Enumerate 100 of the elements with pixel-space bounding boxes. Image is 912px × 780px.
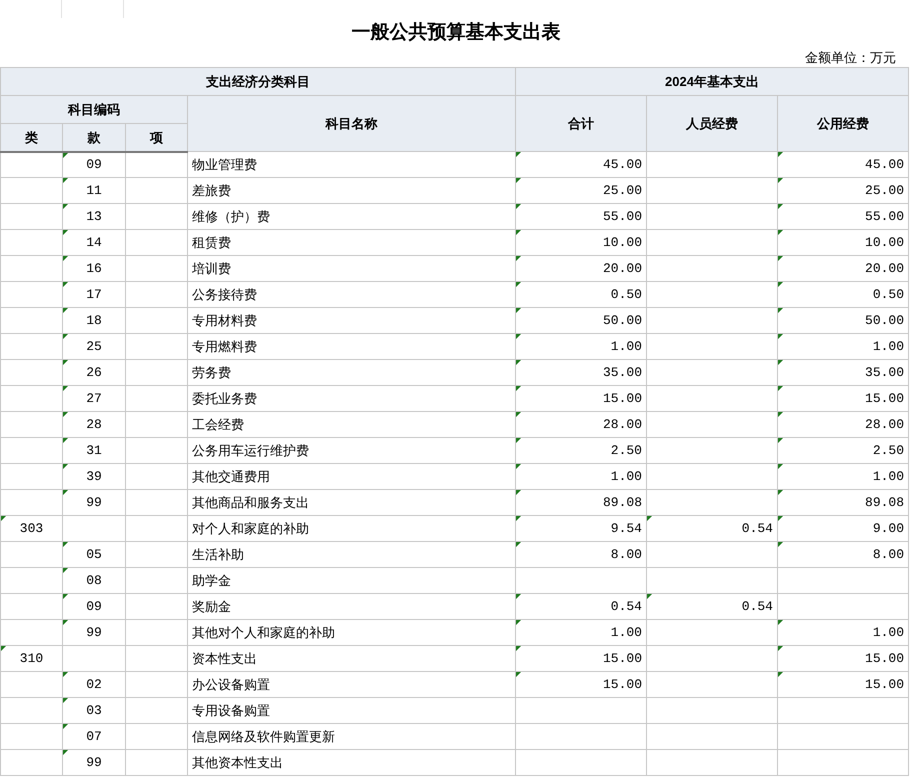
table-cell: 15.00	[778, 646, 909, 672]
table-cell: 8.00	[778, 542, 909, 568]
table-cell: 9.00	[778, 516, 909, 542]
header-cell: 科目编码	[0, 96, 188, 124]
table-cell: 10.00	[516, 230, 646, 256]
table-cell: 信息网络及软件购置更新	[188, 724, 516, 750]
table-cell: 03	[62, 698, 126, 724]
table-cell: 28	[62, 412, 126, 438]
header-cell: 类	[0, 124, 62, 152]
header-cell: 公用经费	[778, 96, 909, 152]
table-cell: 劳务费	[188, 360, 516, 386]
table-cell: 8.00	[516, 542, 646, 568]
table-cell: 20.00	[778, 256, 909, 282]
table-cell: 11	[62, 178, 126, 204]
table-title: 一般公共预算基本支出表	[350, 21, 562, 45]
table-cell: 35.00	[778, 360, 909, 386]
table-cell: 其他对个人和家庭的补助	[188, 620, 516, 646]
table-cell: 13	[62, 204, 126, 230]
table-cell: 0.54	[516, 594, 646, 620]
table-cell: 2.50	[778, 438, 909, 464]
table-cell: 0.54	[646, 516, 778, 542]
table-cell: 02	[62, 672, 126, 698]
table-cell: 08	[62, 568, 126, 594]
table-cell: 专用燃料费	[188, 334, 516, 360]
table-cell: 培训费	[188, 256, 516, 282]
table-cell: 45.00	[516, 152, 646, 178]
table-cell: 1.00	[516, 464, 646, 490]
table-cell: 1.00	[778, 334, 909, 360]
header-cell: 科目名称	[188, 96, 516, 152]
table-cell: 对个人和家庭的补助	[188, 516, 516, 542]
table-cell: 0.54	[646, 594, 778, 620]
header-cell: 人员经费	[646, 96, 778, 152]
table-cell: 其他资本性支出	[188, 750, 516, 776]
table-cell: 310	[0, 646, 62, 672]
table-cell: 0.50	[516, 282, 646, 308]
table-cell: 租赁费	[188, 230, 516, 256]
table-cell: 05	[62, 542, 126, 568]
table-cell: 31	[62, 438, 126, 464]
table-cell: 维修（护）费	[188, 204, 516, 230]
table-cell: 委托业务费	[188, 386, 516, 412]
unit-label: 金额单位：万元	[805, 49, 896, 67]
table-cell: 15.00	[778, 386, 909, 412]
table-cell: 07	[62, 724, 126, 750]
header-cell: 合计	[516, 96, 646, 152]
table-cell: 其他商品和服务支出	[188, 490, 516, 516]
table-cell: 45.00	[778, 152, 909, 178]
table-cell: 15.00	[778, 672, 909, 698]
table-cell: 其他交通费用	[188, 464, 516, 490]
table-cell: 14	[62, 230, 126, 256]
header-cell: 款	[62, 124, 126, 152]
table-cell: 26	[62, 360, 126, 386]
table-cell: 16	[62, 256, 126, 282]
table-cell: 89.08	[778, 490, 909, 516]
table-cell: 1.00	[516, 334, 646, 360]
table-cell: 办公设备购置	[188, 672, 516, 698]
table-cell: 1.00	[516, 620, 646, 646]
table-cell: 28.00	[778, 412, 909, 438]
table-cell: 35.00	[516, 360, 646, 386]
header-cell: 支出经济分类科目	[0, 68, 516, 96]
table-cell: 99	[62, 620, 126, 646]
table-cell: 09	[62, 594, 126, 620]
table-cell: 1.00	[778, 620, 909, 646]
header-cell: 项	[126, 124, 188, 152]
table-cell: 50.00	[516, 308, 646, 334]
table-cell: 公务接待费	[188, 282, 516, 308]
table-cell: 10.00	[778, 230, 909, 256]
table-cell: 生活补助	[188, 542, 516, 568]
table-cell: 15.00	[516, 672, 646, 698]
table-cell: 0.50	[778, 282, 909, 308]
table-cell: 18	[62, 308, 126, 334]
header-cell: 2024年基本支出	[516, 68, 909, 96]
table-cell: 9.54	[516, 516, 646, 542]
table-cell: 28.00	[516, 412, 646, 438]
table-cell: 89.08	[516, 490, 646, 516]
table-cell: 专用材料费	[188, 308, 516, 334]
table-cell: 17	[62, 282, 126, 308]
table-cell: 物业管理费	[188, 152, 516, 178]
table-cell: 15.00	[516, 386, 646, 412]
table-cell: 工会经费	[188, 412, 516, 438]
table-cell: 差旅费	[188, 178, 516, 204]
table-cell: 55.00	[516, 204, 646, 230]
table-cell: 39	[62, 464, 126, 490]
table-cell: 25.00	[778, 178, 909, 204]
table-cell: 09	[62, 152, 126, 178]
table-cell: 55.00	[778, 204, 909, 230]
table-cell: 27	[62, 386, 126, 412]
table-cell: 公务用车运行维护费	[188, 438, 516, 464]
table-cell: 资本性支出	[188, 646, 516, 672]
table-cell: 25.00	[516, 178, 646, 204]
table-cell: 1.00	[778, 464, 909, 490]
table-cell: 25	[62, 334, 126, 360]
table-cell: 50.00	[778, 308, 909, 334]
table-cell: 15.00	[516, 646, 646, 672]
table-cell: 奖励金	[188, 594, 516, 620]
table-cell: 助学金	[188, 568, 516, 594]
table-cell: 2.50	[516, 438, 646, 464]
table-cell: 20.00	[516, 256, 646, 282]
table-cell: 99	[62, 490, 126, 516]
table-cell: 专用设备购置	[188, 698, 516, 724]
table-cell: 303	[0, 516, 62, 542]
